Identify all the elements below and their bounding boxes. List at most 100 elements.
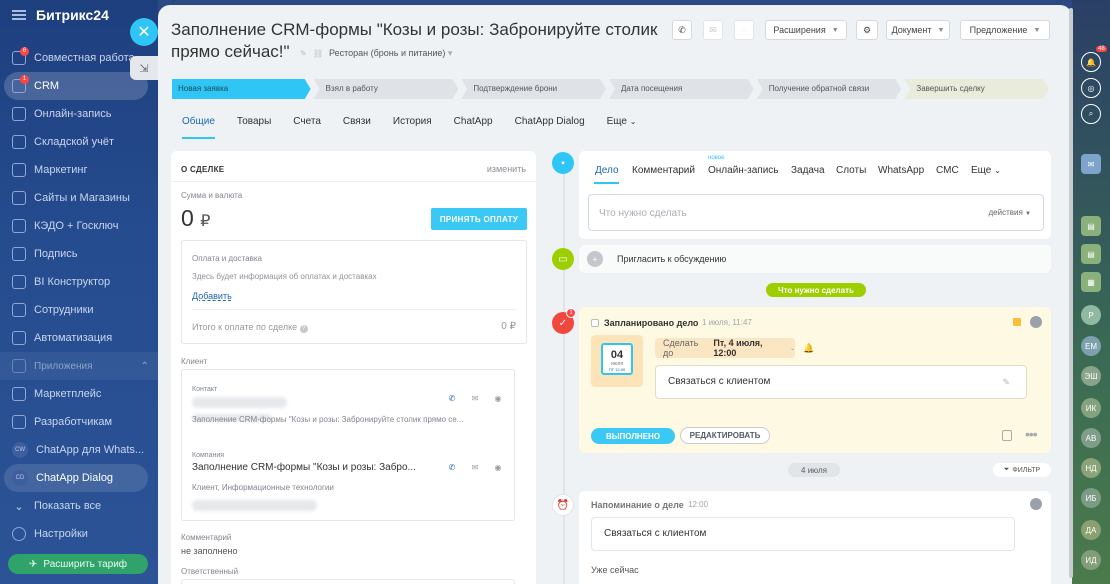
search-icon[interactable]: ⌕ bbox=[1081, 104, 1101, 124]
stage-booking-confirmation[interactable]: Подтверждение брони bbox=[461, 79, 606, 99]
edit-icon[interactable]: ✎ bbox=[300, 49, 307, 58]
contact-card-icon[interactable]: ▤ bbox=[1081, 216, 1101, 236]
todo-input[interactable]: Что нужно сделать действия ▼ bbox=[588, 194, 1044, 231]
stage-in-progress[interactable]: Взял в работу bbox=[314, 79, 459, 99]
bell-icon[interactable]: 🔔 bbox=[1081, 52, 1101, 72]
editor-tab-todo[interactable]: Задача bbox=[791, 165, 825, 176]
document-button[interactable]: Документ ▼ bbox=[886, 20, 950, 40]
stage-visit-date[interactable]: Дата посещения bbox=[609, 79, 754, 99]
sidebar-item-developers[interactable]: Разработчикам bbox=[0, 408, 158, 436]
sidebar-item-marketplace[interactable]: Маркетплейс bbox=[0, 380, 158, 408]
phone-icon[interactable]: ✆ bbox=[446, 392, 458, 404]
envelope-icon[interactable]: ✉ bbox=[469, 461, 481, 473]
sidebar-item-chatapp-whatsapp[interactable]: CW ChatApp для Whats... bbox=[0, 436, 158, 464]
tab-general[interactable]: Общие bbox=[171, 115, 226, 139]
menu-icon[interactable] bbox=[12, 10, 26, 20]
chat-icon[interactable]: ✉ bbox=[1081, 154, 1101, 174]
note-icon[interactable] bbox=[1002, 430, 1012, 441]
stage-feedback[interactable]: Получение обратной связи bbox=[757, 79, 902, 99]
extensions-button[interactable]: Расширения ▼ bbox=[765, 20, 847, 40]
tab-chatapp[interactable]: ChatApp bbox=[443, 115, 504, 139]
email-button[interactable]: ✉ bbox=[703, 20, 723, 40]
change-section-link[interactable]: изменить bbox=[487, 164, 526, 174]
bell-icon[interactable]: 🔔 bbox=[803, 343, 814, 354]
tab-history[interactable]: История bbox=[382, 115, 443, 139]
stage-close-deal[interactable]: Завершить сделку bbox=[904, 79, 1049, 99]
avatar[interactable]: ЕМ bbox=[1081, 336, 1101, 356]
tab-products[interactable]: Товары bbox=[226, 115, 282, 139]
phone-icon[interactable]: ✆ bbox=[446, 461, 458, 473]
sidebar-item-automation[interactable]: Автоматизация bbox=[0, 324, 158, 352]
help-icon[interactable]: ? bbox=[299, 325, 308, 333]
add-payment-link[interactable]: Добавить bbox=[192, 291, 232, 301]
stage-new-request[interactable]: Новая заявка bbox=[172, 79, 311, 99]
avatar[interactable]: ИД bbox=[1081, 550, 1101, 570]
scrollbar[interactable] bbox=[1069, 8, 1073, 578]
settings-button[interactable]: ⚙ bbox=[856, 20, 878, 40]
call-button[interactable]: ✆ bbox=[672, 20, 692, 40]
sidebar-item-crm[interactable]: 1 CRM bbox=[4, 72, 148, 100]
editor-tab-whatsapp[interactable]: WhatsApp bbox=[878, 165, 924, 176]
chat-icon[interactable]: ◉ bbox=[492, 461, 504, 473]
editor-tab-booking[interactable]: Онлайн-запись bbox=[708, 165, 779, 176]
sidebar-section-apps[interactable]: Приложения ⌃ bbox=[0, 352, 158, 380]
sidebar-show-all[interactable]: ⌄ Показать все bbox=[0, 492, 158, 520]
editor-tab-more[interactable]: Еще ⌄ bbox=[971, 165, 1001, 176]
sidebar-item-bi[interactable]: BI Конструктор bbox=[0, 268, 158, 296]
editor-tab-comment[interactable]: Комментарий bbox=[632, 165, 695, 176]
editor-tab-task[interactable]: Дело bbox=[595, 165, 619, 176]
sidebar-item-sites[interactable]: Сайты и Магазины bbox=[0, 184, 158, 212]
tab-links[interactable]: Связи bbox=[332, 115, 382, 139]
edit-button[interactable]: РЕДАКТИРОВАТЬ bbox=[680, 427, 770, 444]
chat-icon[interactable]: ◉ bbox=[492, 392, 504, 404]
sidebar-item-settings[interactable]: Настройки bbox=[0, 520, 158, 548]
complete-checkbox[interactable] bbox=[591, 319, 599, 327]
sidebar-item-employees[interactable]: Сотрудники bbox=[0, 296, 158, 324]
sidebar-item-sign[interactable]: Подпись bbox=[0, 240, 158, 268]
company-name[interactable]: Заполнение CRM-формы "Козы и розы: Забро… bbox=[192, 462, 416, 473]
contact-card-icon[interactable]: ▤ bbox=[1081, 244, 1101, 264]
deadline-selector[interactable]: Сделать до Пт, 4 июля, 12:00 ⌄ bbox=[655, 338, 795, 358]
avatar[interactable]: ИБ bbox=[1081, 488, 1101, 508]
more-icon[interactable]: ••• bbox=[1025, 426, 1038, 442]
sidebar-item-chatapp-dialog[interactable]: CD ChatApp Dialog bbox=[4, 464, 148, 492]
sidebar-item-booking[interactable]: Онлайн-запись bbox=[0, 100, 158, 128]
pencil-icon[interactable]: ✎ bbox=[1002, 377, 1010, 388]
color-marker[interactable] bbox=[1013, 318, 1021, 326]
contact-source[interactable]: Заполнение CRM-формы "Козы и розы: Забро… bbox=[192, 415, 463, 424]
avatar[interactable]: АВ bbox=[1081, 428, 1101, 448]
activity-description[interactable]: Связаться с клиентом ✎ bbox=[655, 365, 1027, 399]
actions-dropdown[interactable]: действия ▼ bbox=[989, 208, 1032, 217]
avatar[interactable]: ДА bbox=[1081, 520, 1101, 540]
close-slider-button[interactable]: ✕ bbox=[130, 18, 158, 46]
sidebar-item-warehouse[interactable]: Складской учёт bbox=[0, 128, 158, 156]
minimize-slider-button[interactable]: ⇲ bbox=[130, 56, 158, 80]
link-icon[interactable]: ⛓ bbox=[313, 49, 323, 58]
filter-button[interactable]: ⏷ ФИЛЬТР bbox=[993, 463, 1051, 477]
envelope-icon[interactable]: ✉ bbox=[469, 392, 481, 404]
user-avatar-icon[interactable] bbox=[1030, 498, 1042, 510]
accept-payment-button[interactable]: ПРИНЯТЬ ОПЛАТУ bbox=[431, 208, 527, 230]
calendar-icon[interactable]: ▦ bbox=[1081, 272, 1101, 292]
tab-more[interactable]: Еще ⌄ bbox=[596, 115, 648, 139]
editor-tab-slots[interactable]: Слоты bbox=[836, 165, 866, 176]
tab-chatapp-dialog[interactable]: ChatApp Dialog bbox=[504, 115, 596, 139]
target-icon[interactable]: ◎ bbox=[1081, 78, 1101, 98]
invite-to-discussion[interactable]: + Пригласить к обсуждению bbox=[579, 245, 1051, 273]
category-selector[interactable]: Ресторан (бронь и питание) bbox=[329, 48, 452, 59]
avatar[interactable]: НД bbox=[1081, 458, 1101, 478]
amount-value[interactable]: 0 ₽ bbox=[181, 205, 210, 232]
editor-tab-sms[interactable]: СМС bbox=[936, 165, 959, 176]
sidebar-item-marketing[interactable]: Маркетинг bbox=[0, 156, 158, 184]
offer-button[interactable]: Предложение ▼ bbox=[960, 20, 1050, 40]
sidebar-item-kedo[interactable]: КЭДО + Госключ bbox=[0, 212, 158, 240]
chat-button[interactable]: ◌ bbox=[734, 20, 754, 40]
app-logo[interactable]: Битрикс24 bbox=[36, 7, 109, 23]
avatar[interactable]: Р bbox=[1081, 305, 1101, 325]
comment-value[interactable]: не заполнено bbox=[181, 546, 238, 556]
tab-invoices[interactable]: Счета bbox=[282, 115, 332, 139]
done-button[interactable]: ВЫПОЛНЕНО bbox=[591, 428, 675, 444]
avatar[interactable]: ЭШ bbox=[1081, 366, 1101, 386]
upgrade-plan-button[interactable]: ✈ Расширить тариф bbox=[8, 554, 148, 574]
avatar[interactable]: ИК bbox=[1081, 398, 1101, 418]
